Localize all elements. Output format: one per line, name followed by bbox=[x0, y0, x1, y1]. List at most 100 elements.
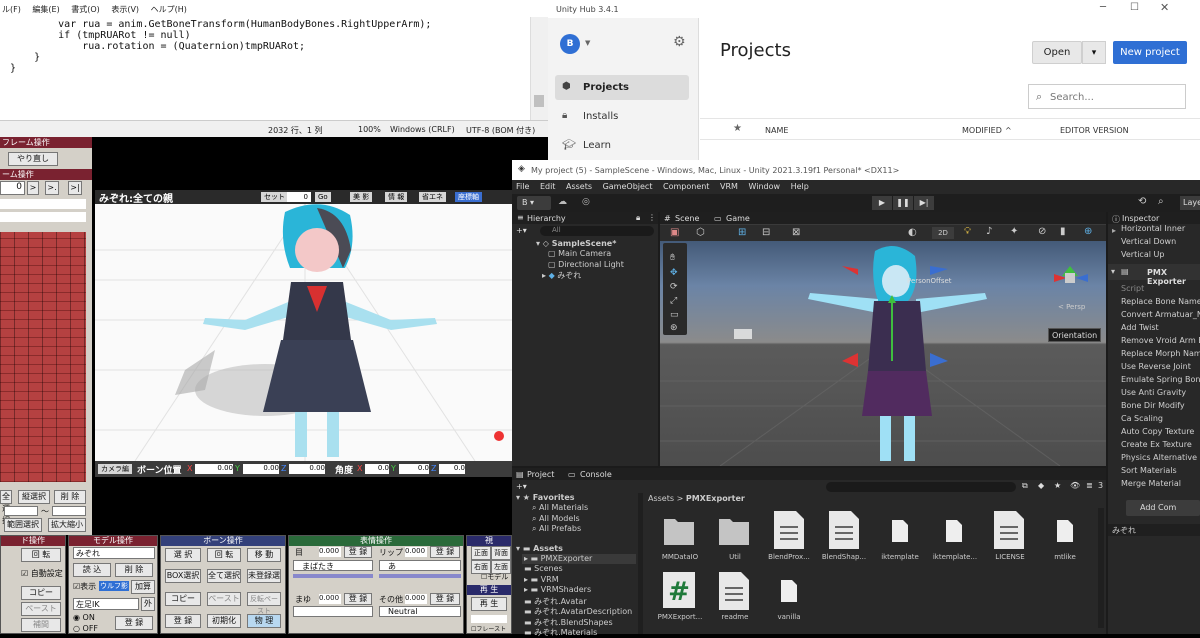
star-icon[interactable]: ★ bbox=[733, 123, 742, 134]
inspector-field[interactable]: Use Reverse Joint bbox=[1121, 362, 1191, 371]
menu-gameobject[interactable]: GameObject bbox=[603, 182, 653, 191]
minimize-icon[interactable]: ─ bbox=[1100, 2, 1106, 13]
other-value[interactable]: 0.000 bbox=[405, 594, 427, 604]
eye-value[interactable]: 0.000 bbox=[319, 547, 341, 557]
menu-window[interactable]: Window bbox=[748, 182, 780, 191]
back-view-button[interactable]: 背面 bbox=[491, 546, 511, 560]
project-scrollbar[interactable] bbox=[1098, 508, 1104, 628]
menu-help[interactable]: ヘルプ(H) bbox=[151, 5, 187, 14]
gear-icon[interactable]: ⚙ bbox=[673, 34, 686, 50]
search-box[interactable]: ⌕ Search... bbox=[1028, 84, 1186, 109]
asset-name[interactable]: iktemplate... bbox=[927, 553, 983, 561]
folder-item[interactable]: ▬ みぞれ.AvatarDescription bbox=[524, 606, 632, 617]
transform-tool-icon[interactable]: ⊛ bbox=[670, 323, 678, 333]
effects-icon[interactable]: ✦ bbox=[1010, 226, 1018, 237]
mmd-3d-viewport[interactable] bbox=[95, 190, 512, 461]
project-search-input[interactable] bbox=[826, 482, 1016, 492]
out-button[interactable]: 外 bbox=[141, 597, 155, 611]
pause-button[interactable]: ❚❚ bbox=[893, 196, 913, 210]
model-load-button[interactable]: 読 込 bbox=[73, 563, 111, 577]
menu-assets[interactable]: Assets bbox=[566, 182, 592, 191]
inspector-field[interactable]: Merge Material bbox=[1121, 479, 1181, 488]
scrollbar-thumb[interactable] bbox=[534, 95, 544, 107]
menu-file[interactable]: ル(F) bbox=[2, 5, 21, 14]
go-button[interactable]: Go bbox=[315, 192, 331, 202]
lip-register-button[interactable]: 登 録 bbox=[430, 546, 460, 558]
play-range[interactable] bbox=[471, 615, 507, 623]
model-view-checkbox[interactable]: ☐モデル bbox=[481, 572, 508, 582]
inspector-field[interactable]: Replace Bone Name bbox=[1121, 297, 1200, 306]
inspector-field[interactable]: Bone Dir Modify bbox=[1121, 401, 1185, 410]
expand-icon[interactable]: ▸ bbox=[1112, 226, 1116, 235]
next-frame-button[interactable]: > bbox=[27, 181, 39, 195]
eco-button[interactable]: 省エネ bbox=[419, 192, 446, 202]
inspector-field[interactable]: Physics Alternative S bbox=[1121, 453, 1200, 462]
asset-name[interactable]: LICENSE bbox=[982, 553, 1038, 561]
game-tab[interactable]: Game bbox=[726, 214, 750, 223]
rotate-tool-icon[interactable]: ⟳ bbox=[670, 282, 678, 292]
asset-name[interactable]: MMDataIO bbox=[652, 553, 708, 561]
new-project-button[interactable]: New project bbox=[1113, 41, 1187, 64]
bone-copy-button[interactable]: コピー bbox=[165, 592, 201, 606]
label-icon[interactable]: ◆ bbox=[1038, 481, 1044, 490]
shading-icon[interactable]: ◐ bbox=[908, 227, 917, 238]
text-asset-icon[interactable] bbox=[774, 511, 814, 551]
folder-item[interactable]: ▸ ▬ VRM bbox=[524, 575, 559, 584]
layers-dropdown[interactable]: Laye bbox=[1180, 196, 1200, 210]
create-icon[interactable]: +▾ bbox=[516, 482, 527, 491]
menu-file[interactable]: File bbox=[516, 182, 529, 191]
rect-tool-icon[interactable]: ▭ bbox=[670, 310, 679, 320]
pos-z-input[interactable]: 0.00 bbox=[289, 464, 325, 474]
inspector-field[interactable]: Use Anti Gravity bbox=[1121, 388, 1186, 397]
eye-morph-select[interactable]: まばたき bbox=[293, 560, 373, 571]
info-button[interactable]: 情 報 bbox=[385, 192, 408, 202]
scene-viewport[interactable]: PersonOffset < Persp Orientation ✋︎ ✥ ⟳ … bbox=[660, 241, 1106, 467]
frame-field[interactable] bbox=[0, 199, 86, 209]
open-button[interactable]: Open bbox=[1032, 41, 1082, 64]
open-dropdown-button[interactable]: ▾ bbox=[1082, 41, 1106, 64]
breadcrumb-assets[interactable]: Assets bbox=[648, 494, 674, 503]
range-select-button[interactable]: 範囲選択 bbox=[4, 518, 42, 532]
brow-value[interactable]: 0.000 bbox=[319, 594, 341, 604]
bone-rotate-button[interactable]: 回 転 bbox=[207, 548, 241, 562]
inspector-field[interactable]: Auto Copy Texture bbox=[1121, 427, 1194, 436]
column-modified[interactable]: MODIFIED bbox=[962, 126, 1002, 135]
folder-item[interactable]: ▬ Scenes bbox=[524, 564, 563, 573]
show-checkbox[interactable]: ☑表示 bbox=[73, 581, 96, 592]
asset-name[interactable]: BlendProx... bbox=[761, 553, 817, 561]
inspector-field[interactable]: Replace Morph Name bbox=[1121, 349, 1200, 358]
on-radio[interactable]: ◉ ON bbox=[73, 613, 95, 622]
bone-move-button[interactable]: 移 動 bbox=[247, 548, 281, 562]
shadow-button[interactable]: 美 影 bbox=[350, 192, 373, 202]
project-splitter[interactable] bbox=[638, 493, 643, 634]
menu-edit[interactable]: 編集(E) bbox=[32, 5, 59, 14]
maximize-icon[interactable]: ☐ bbox=[1130, 2, 1139, 13]
eye-register-button[interactable]: 登 録 bbox=[344, 546, 372, 558]
asset-name[interactable]: BlendShap... bbox=[816, 553, 872, 561]
scene-tab[interactable]: Scene bbox=[675, 214, 699, 223]
inspector-field[interactable]: Sort Materials bbox=[1121, 466, 1177, 475]
camera-icon[interactable]: ▮ bbox=[1060, 226, 1066, 237]
text-asset-icon[interactable] bbox=[719, 572, 759, 612]
filter-icon[interactable]: ⧉ bbox=[1022, 481, 1028, 491]
hand-tool-icon[interactable]: ✋︎ bbox=[670, 253, 675, 263]
text-asset-icon[interactable] bbox=[829, 511, 869, 551]
inspector-field[interactable]: Remove Vroid Arm Bo bbox=[1121, 336, 1200, 345]
layers-icon[interactable]: ≣ bbox=[1086, 481, 1093, 490]
unregistered-select-button[interactable]: 未登録選 bbox=[247, 569, 281, 583]
hidden-objects-icon[interactable]: ⊘ bbox=[1038, 226, 1046, 237]
frame-input[interactable]: 0 bbox=[287, 192, 311, 202]
menu-vrm[interactable]: VRM bbox=[720, 182, 738, 191]
range-start-input[interactable] bbox=[4, 506, 38, 516]
hierarchy-item[interactable]: ▸ ◆ みぞれ bbox=[542, 270, 581, 281]
search-input[interactable]: Search... bbox=[1050, 92, 1094, 103]
mode-paste-button[interactable]: ペースト bbox=[21, 602, 61, 616]
next-key-button[interactable]: >. bbox=[45, 181, 59, 195]
inspector-tab[interactable]: Inspector bbox=[1122, 214, 1159, 223]
cloud-icon[interactable]: ☁ bbox=[558, 197, 567, 207]
inspector-field[interactable]: Convert Armatuar_Ne bbox=[1121, 310, 1200, 319]
folder-icon[interactable] bbox=[718, 513, 758, 553]
move-tool-icon[interactable]: ✥ bbox=[670, 268, 678, 278]
history-icon[interactable]: ⟲ bbox=[1138, 196, 1146, 207]
last-frame-button[interactable]: >| bbox=[68, 181, 82, 195]
